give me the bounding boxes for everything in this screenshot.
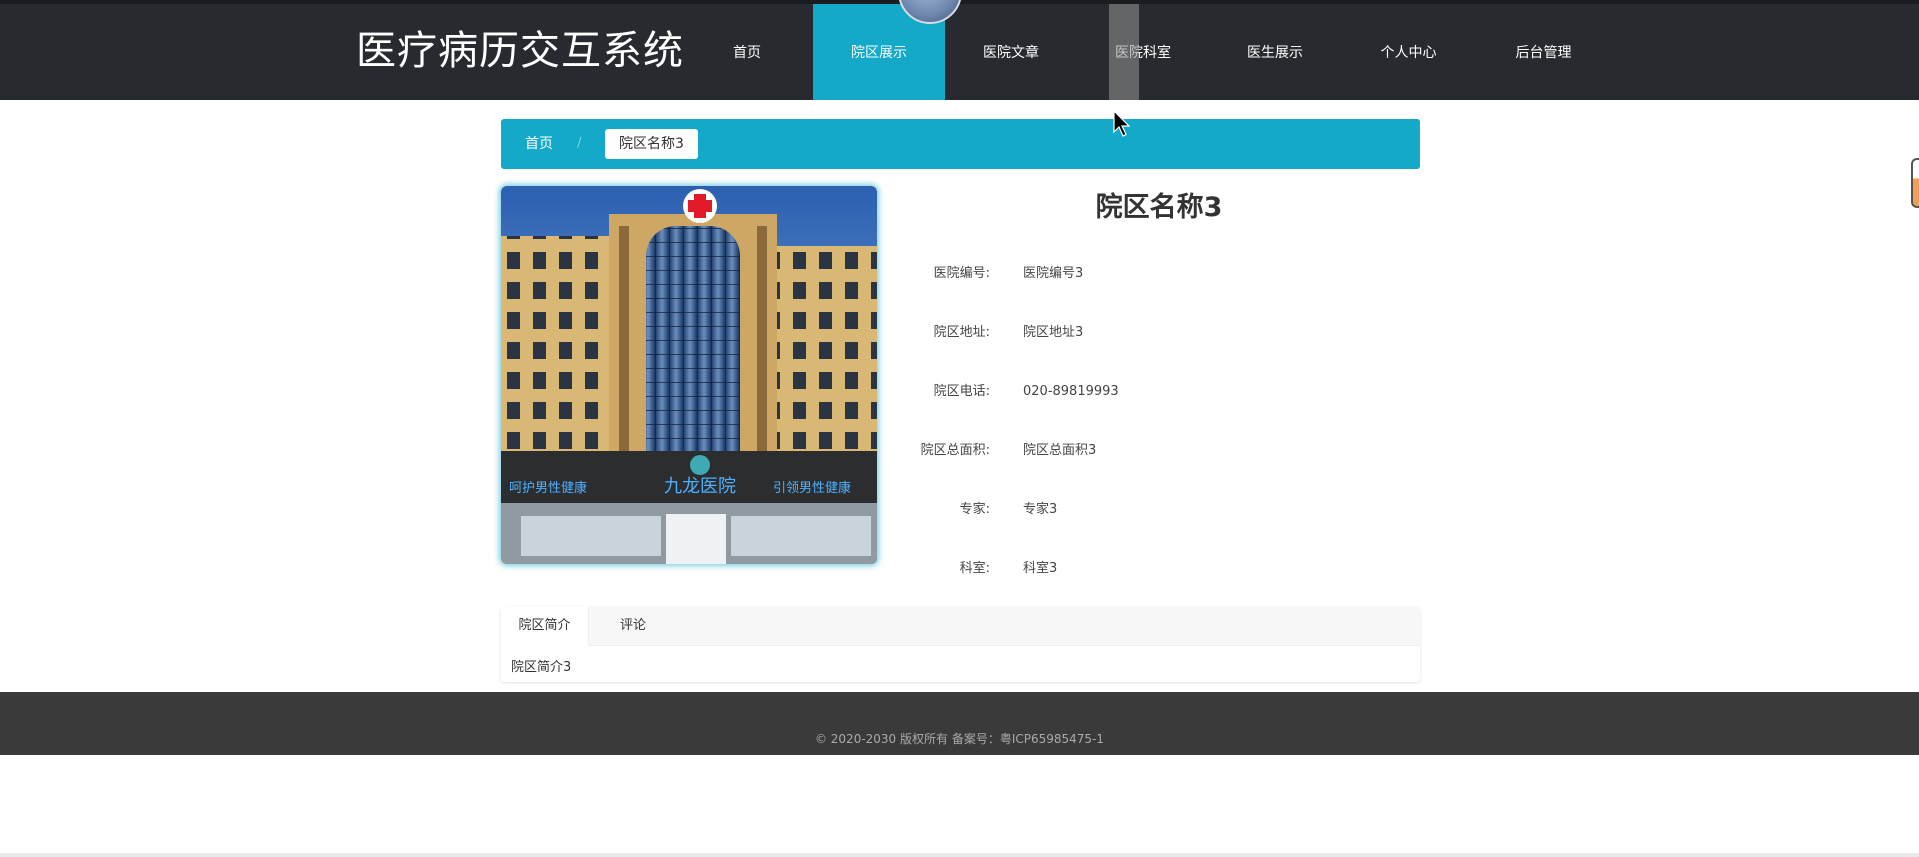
- nav-item-admin[interactable]: 后台管理: [1476, 4, 1611, 100]
- field-value: 科室3: [1023, 561, 1058, 576]
- tab-comments[interactable]: 评论: [588, 607, 678, 646]
- breadcrumb-current: 院区名称3: [605, 129, 698, 159]
- nav-item-hospital-departments[interactable]: 医院科室: [1077, 4, 1209, 100]
- field-value: 专家3: [1023, 502, 1058, 517]
- field-value: 院区地址3: [1023, 325, 1084, 340]
- field-label: 医院编号:: [933, 266, 990, 281]
- hospital-building-icon: 九龙医院 呵护男性健康 引领男性健康: [501, 186, 877, 564]
- campus-title: 院区名称3: [1095, 192, 1223, 223]
- tab-campus-intro[interactable]: 院区简介: [501, 607, 589, 646]
- tab-header: 院区简介 评论: [501, 607, 1420, 646]
- field-value: 020-89819993: [1023, 384, 1119, 399]
- breadcrumb-separator: /: [577, 136, 582, 151]
- nav-drag-ghost: [1109, 4, 1139, 100]
- page-bottom-divider: [0, 853, 1919, 857]
- field-campus-address: 院区地址: 院区地址3: [880, 318, 1420, 348]
- field-value: 院区总面积3: [1023, 443, 1097, 458]
- main-nav: 首页 院区展示 医院文章 医院科室 医生展示 个人中心 后台管理: [681, 4, 1611, 100]
- footer-copyright: © 2020-2030 版权所有 备案号：粤ICP65985475-1: [814, 732, 1105, 746]
- field-campus-area: 院区总面积: 院区总面积3: [880, 436, 1420, 466]
- field-experts: 专家: 专家3: [880, 495, 1420, 525]
- field-label: 专家:: [959, 502, 990, 517]
- field-hospital-number: 医院编号: 医院编号3: [880, 259, 1420, 289]
- breadcrumb: 首页 / 院区名称3: [501, 119, 1420, 169]
- nav-item-personal-center[interactable]: 个人中心: [1341, 4, 1476, 100]
- field-campus-phone: 院区电话: 020-89819993: [880, 377, 1420, 407]
- footer: © 2020-2030 版权所有 备案号：粤ICP65985475-1: [0, 692, 1919, 755]
- detail-tabs: 院区简介 评论 院区简介3: [501, 607, 1420, 682]
- breadcrumb-home-link[interactable]: 首页: [525, 119, 553, 169]
- nav-item-hospital-articles[interactable]: 医院文章: [945, 4, 1077, 100]
- nav-item-home[interactable]: 首页: [681, 4, 813, 100]
- field-label: 院区总面积:: [920, 443, 990, 458]
- field-label: 科室:: [959, 561, 990, 576]
- svg-text:呵护男性健康: 呵护男性健康: [509, 480, 587, 496]
- field-label: 院区地址:: [933, 325, 990, 340]
- tab-content-intro: 院区简介3: [511, 660, 572, 675]
- hospital-sign-text: 九龙医院: [664, 476, 736, 497]
- mouse-cursor-icon: [1113, 110, 1131, 137]
- field-label: 院区电话:: [933, 384, 990, 399]
- scroll-indicator[interactable]: [1911, 158, 1919, 208]
- nav-item-doctor-display[interactable]: 医生展示: [1209, 4, 1341, 100]
- field-value: 医院编号3: [1023, 266, 1084, 281]
- hospital-image: 九龙医院 呵护男性健康 引领男性健康: [501, 186, 877, 564]
- svg-text:引领男性健康: 引领男性健康: [773, 480, 851, 496]
- field-departments: 科室: 科室3: [880, 554, 1420, 584]
- site-brand-title[interactable]: 医疗病历交互系统: [356, 26, 684, 76]
